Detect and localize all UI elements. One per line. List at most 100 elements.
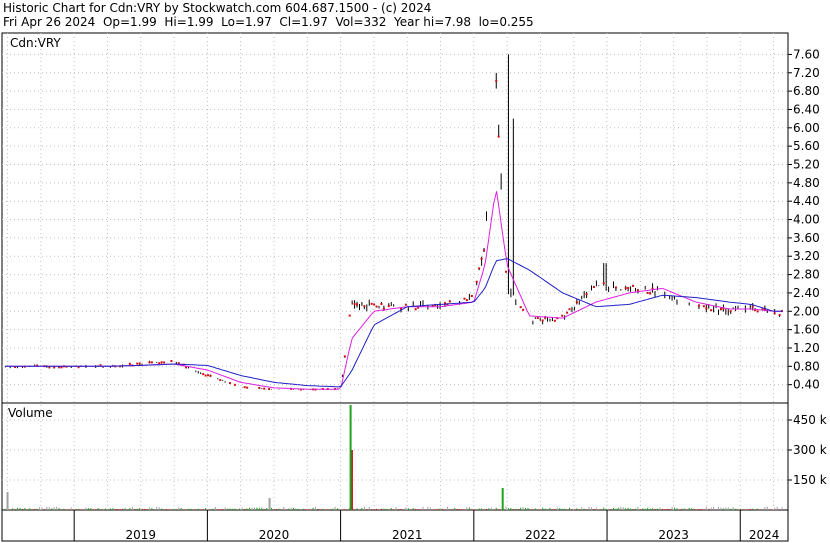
close-dot: [348, 314, 351, 317]
close-dot: [448, 300, 451, 303]
close-dot: [602, 282, 605, 285]
close-dot: [561, 314, 564, 317]
close-dot: [268, 388, 271, 391]
volume-panel-label: Volume: [8, 406, 53, 420]
close-dot: [370, 302, 373, 305]
close-dot: [646, 291, 649, 294]
close-dot: [575, 301, 578, 304]
volume-tick-label: 300 k: [793, 443, 827, 457]
close-dot: [710, 309, 713, 312]
close-dot: [209, 374, 212, 377]
close-dot: [163, 361, 166, 364]
close-dot: [160, 361, 163, 364]
close-dot: [343, 355, 346, 358]
close-dot: [553, 319, 556, 322]
close-dot: [373, 303, 376, 306]
close-dot: [414, 308, 417, 311]
close-dot: [229, 382, 232, 385]
close-dot: [233, 383, 236, 386]
price-tick-label: 7.20: [793, 66, 820, 80]
close-dot: [470, 294, 473, 297]
price-tick-label: 2.80: [793, 268, 820, 282]
close-dot: [697, 304, 700, 307]
close-dot: [204, 374, 207, 377]
close-dot: [375, 305, 378, 308]
close-dot: [756, 310, 759, 313]
close-dot: [483, 249, 486, 252]
volume-tick-label: 450 k: [793, 413, 827, 427]
price-tick-label: 3.20: [793, 249, 820, 263]
price-tick-label: 5.20: [793, 158, 820, 172]
price-tick-label: 4.40: [793, 194, 820, 208]
price-tick-label: 6.80: [793, 84, 820, 98]
close-dot: [592, 285, 595, 288]
price-tick-label: 1.20: [793, 341, 820, 355]
price-tick-label: 1.60: [793, 323, 820, 337]
year-label: 2021: [392, 528, 423, 542]
close-dot: [705, 307, 708, 310]
close-dot: [465, 299, 468, 302]
price-tick-label: 0.40: [793, 378, 820, 392]
close-dot: [478, 267, 481, 270]
year-label: 2022: [525, 528, 556, 542]
year-label: 2024: [749, 528, 780, 542]
close-dot: [380, 302, 383, 305]
close-dot: [207, 374, 210, 377]
close-dot: [138, 362, 141, 365]
close-dot: [404, 303, 407, 306]
close-dot: [263, 387, 266, 390]
price-tick-label: 3.60: [793, 231, 820, 245]
year-label: 2023: [658, 528, 689, 542]
close-dot: [219, 379, 222, 382]
price-tick-label: 6.00: [793, 121, 820, 135]
close-dot: [475, 280, 478, 283]
year-label: 2019: [125, 528, 156, 542]
close-dot: [649, 292, 652, 295]
close-dot: [773, 312, 776, 315]
close-dot: [719, 308, 722, 311]
stock-chart: 0.40 0.80 1.20 1.60 2.00 2.40 2.80 3.20 3.60 4.00…: [1, 32, 827, 542]
close-dot: [522, 308, 525, 311]
close-dot: [566, 311, 569, 314]
price-tick-label: 5.60: [793, 139, 820, 153]
price-tick-label: 2.00: [793, 304, 820, 318]
close-dot: [729, 310, 732, 313]
price-tick-label: 0.80: [793, 359, 820, 373]
close-dot: [170, 360, 173, 363]
close-dot: [463, 297, 466, 300]
price-tick-label: 2.40: [793, 286, 820, 300]
close-dot: [497, 135, 500, 138]
close-dot: [614, 286, 617, 289]
close-dot: [627, 287, 630, 290]
close-dot: [246, 386, 249, 389]
close-dot: [148, 361, 151, 364]
close-dot: [480, 257, 483, 260]
close-dot: [495, 80, 498, 83]
close-dot: [536, 317, 539, 320]
close-dot: [128, 362, 131, 365]
close-dot: [702, 305, 705, 308]
volume-panel-frame: [1, 402, 789, 511]
close-dot: [353, 302, 356, 305]
close-dot: [636, 289, 639, 292]
volume-tick-label: 150 k: [793, 473, 827, 487]
close-dot: [387, 305, 390, 308]
close-dot: [356, 303, 359, 306]
close-dot: [541, 319, 544, 322]
close-dot: [568, 308, 571, 311]
price-tick-label: 7.60: [793, 47, 820, 61]
close-dot: [243, 386, 246, 389]
close-dot: [519, 306, 522, 309]
close-dot: [585, 293, 588, 296]
close-dot: [202, 373, 205, 376]
price-tick-label: 6.40: [793, 102, 820, 116]
close-dot: [624, 287, 627, 290]
close-dot: [150, 361, 153, 364]
price-tick-label: 4.80: [793, 176, 820, 190]
close-dot: [158, 362, 161, 365]
close-dot: [778, 313, 781, 316]
price-tick-label: 4.00: [793, 213, 820, 227]
close-dot: [258, 386, 261, 389]
close-dot: [136, 362, 139, 365]
close-dot: [363, 305, 366, 308]
